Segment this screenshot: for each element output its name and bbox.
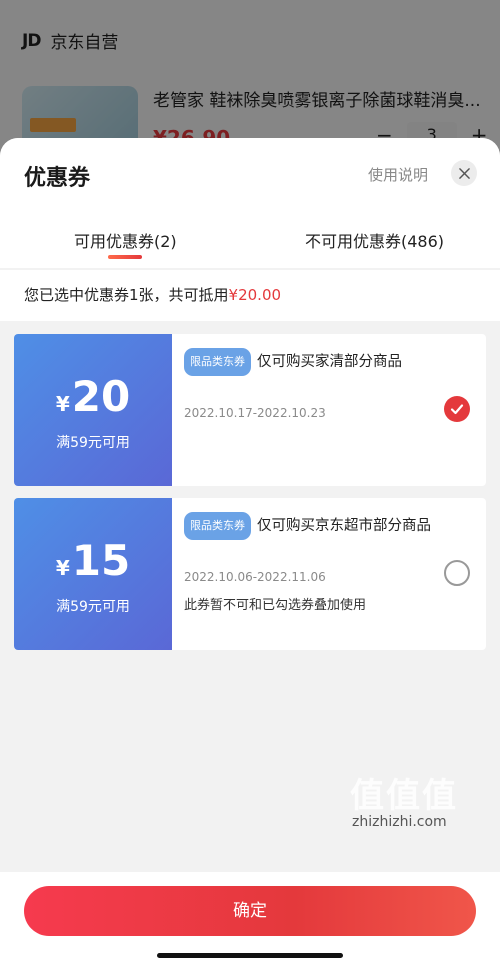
coupon-tag: 限品类东券	[184, 348, 251, 376]
tab-unavailable-coupons[interactable]: 不可用优惠券(486)	[305, 228, 444, 252]
selection-summary: 您已选中优惠券1张，共可抵用¥20.00	[0, 270, 500, 321]
coupon-value-panel: ¥15 满59元可用	[14, 498, 172, 650]
checkmark-icon	[450, 404, 464, 415]
watermark-url: zhizhizhi.com	[352, 814, 447, 830]
confirm-button[interactable]: 确定	[24, 886, 476, 936]
usage-help-link[interactable]: 使用说明	[368, 164, 428, 185]
coupon-description: 限品类东券 仅可购买京东超市部分商品	[184, 512, 434, 540]
coupon-details: 限品类东券 仅可购买京东超市部分商品 2022.10.06-2022.11.06 …	[172, 498, 486, 650]
coupon-condition: 满59元可用	[56, 599, 130, 615]
tab-available-coupons[interactable]: 可用优惠券(2)	[74, 228, 177, 252]
watermark-logo: 值值值	[350, 776, 458, 816]
coupon-value-panel: ¥20 满59元可用	[14, 334, 172, 486]
coupon-condition: 满59元可用	[56, 435, 130, 451]
sheet-title: 优惠券	[24, 166, 91, 191]
summary-text: 您已选中优惠券1张，共可抵用	[24, 286, 229, 304]
coupon-details: 限品类东券 仅可购买家清部分商品 2022.10.17-2022.10.23	[172, 334, 486, 486]
coupon-tag: 限品类东券	[184, 512, 251, 540]
coupon-note: 此券暂不可和已勾选券叠加使用	[184, 598, 367, 613]
coupon-select-checkbox[interactable]	[444, 560, 470, 586]
coupon-card[interactable]: ¥20 满59元可用 限品类东券 仅可购买家清部分商品 2022.10.17-20…	[14, 334, 486, 486]
coupon-card[interactable]: ¥15 满59元可用 限品类东券 仅可购买京东超市部分商品 2022.10.06-…	[14, 498, 486, 650]
active-tab-indicator	[108, 255, 142, 259]
coupon-validity: 2022.10.17-2022.10.23	[184, 406, 326, 420]
coupon-amount: ¥15	[55, 536, 131, 585]
coupon-validity: 2022.10.06-2022.11.06	[184, 570, 326, 584]
coupon-sheet: 优惠券 使用说明 可用优惠券(2) 不可用优惠券(486) 您已选中优惠券1张，…	[0, 138, 500, 969]
coupon-description: 限品类东券 仅可购买家清部分商品	[184, 348, 434, 376]
sheet-header: 优惠券 使用说明 可用优惠券(2) 不可用优惠券(486)	[0, 138, 500, 268]
sheet-footer: 确定	[0, 872, 500, 969]
coupon-amount: ¥20	[55, 372, 131, 421]
close-icon	[458, 167, 470, 179]
home-indicator	[157, 953, 343, 958]
summary-amount: ¥20.00	[228, 286, 282, 304]
coupon-select-checkbox[interactable]	[444, 396, 470, 422]
close-button[interactable]	[451, 160, 477, 186]
